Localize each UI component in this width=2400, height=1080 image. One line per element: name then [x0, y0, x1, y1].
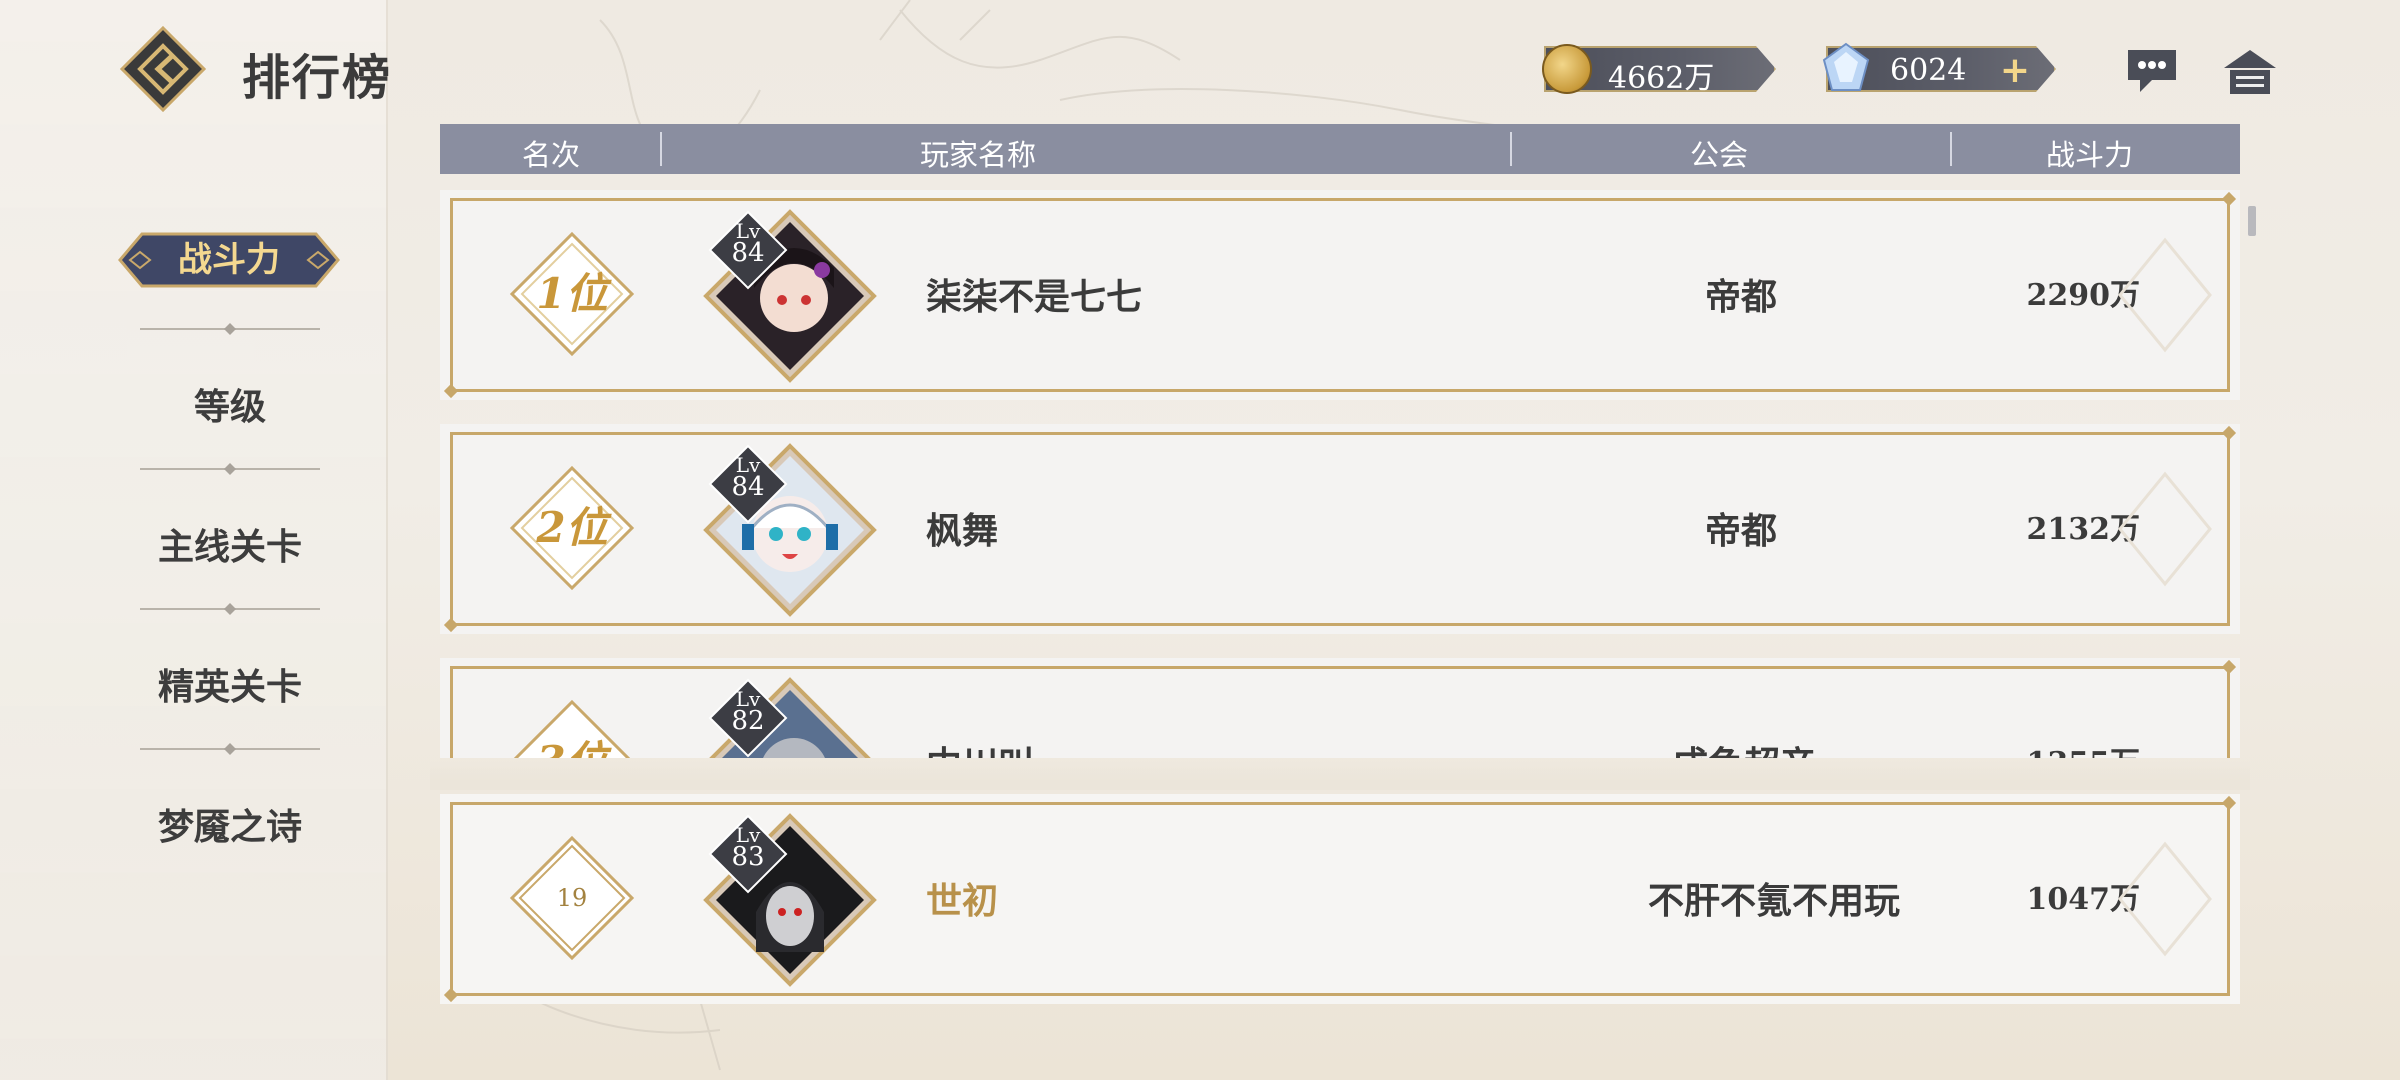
- player-name: 柒柒不是七七: [926, 276, 1143, 318]
- sidebar-item-elite-stage[interactable]: 精英关卡: [100, 658, 360, 710]
- row-decoration-icon: [2118, 471, 2212, 587]
- player-name: 中川叫: [926, 736, 1034, 758]
- sidebar-item-power[interactable]: 战斗力: [116, 230, 342, 290]
- table-row[interactable]: 3位 Lv 82 中川叫 成鱼超帝 1355万: [440, 658, 2240, 758]
- guild-name: 成鱼超帝: [1672, 736, 2232, 758]
- ranking-logo-icon: [120, 26, 206, 112]
- chat-icon[interactable]: [2122, 44, 2182, 98]
- column-separator: [1950, 132, 1952, 166]
- row-decoration-icon: [2118, 237, 2212, 353]
- level-number: 83: [731, 842, 765, 872]
- table-row[interactable]: 2位 Lv 84 枫舞 帝都 2132万: [440, 424, 2240, 634]
- row-decoration-icon: [2118, 841, 2212, 957]
- rank-label: 2位: [536, 503, 608, 552]
- level-number: 84: [731, 472, 765, 502]
- column-player-name: 玩家名称: [920, 138, 1037, 172]
- my-rank-row[interactable]: 19 Lv 83 世初 不肝不氪不用玩 1047万: [440, 794, 2240, 1004]
- list-fade-mask: [430, 760, 2250, 790]
- gold-coin-icon: [1542, 44, 1592, 94]
- gold-amount: 4662万: [1608, 61, 1715, 96]
- gem-icon: [1822, 42, 1870, 91]
- gem-amount: 6024: [1890, 53, 1967, 88]
- rank-label: 1位: [536, 269, 608, 318]
- level-number: 82: [731, 706, 765, 736]
- nav-divider: [140, 603, 320, 615]
- player-level: Lv 83: [708, 824, 788, 872]
- column-separator: [1510, 132, 1512, 166]
- sidebar-item-main-stage[interactable]: 主线关卡: [100, 518, 360, 570]
- power-value: 1355万: [2027, 738, 2141, 758]
- player-level: Lv 84: [708, 454, 788, 502]
- player-level: Lv 84: [708, 220, 788, 268]
- list-scrollbar[interactable]: [2248, 206, 2256, 236]
- player-level: Lv 82: [708, 688, 788, 736]
- sidebar-item-level[interactable]: 等级: [100, 378, 360, 430]
- add-gems-button[interactable]: +: [2000, 50, 2030, 91]
- column-rank: 名次: [522, 138, 581, 172]
- table-row[interactable]: 1位 Lv 84 柒柒不是七七 帝都 2290万: [440, 190, 2240, 400]
- rank-label: 19: [556, 884, 588, 912]
- column-guild: 公会: [1690, 138, 1749, 172]
- rank-label: 3位: [508, 698, 636, 758]
- page-title: 排行榜: [242, 50, 393, 106]
- level-number: 84: [731, 238, 765, 268]
- sidebar-item-label: 战斗力: [178, 240, 280, 280]
- nav-divider: [140, 463, 320, 475]
- player-name: 枫舞: [926, 510, 999, 552]
- table-header: 名次 玩家名称 公会 战斗力: [440, 124, 2240, 174]
- nav-divider: [140, 743, 320, 755]
- nav-divider: [140, 323, 320, 335]
- player-name: 世初: [926, 880, 999, 922]
- home-icon[interactable]: [2220, 44, 2280, 98]
- sidebar-item-nightmare-poem[interactable]: 梦魇之诗: [100, 798, 360, 850]
- column-power: 战斗力: [2046, 138, 2134, 172]
- column-separator: [660, 132, 662, 166]
